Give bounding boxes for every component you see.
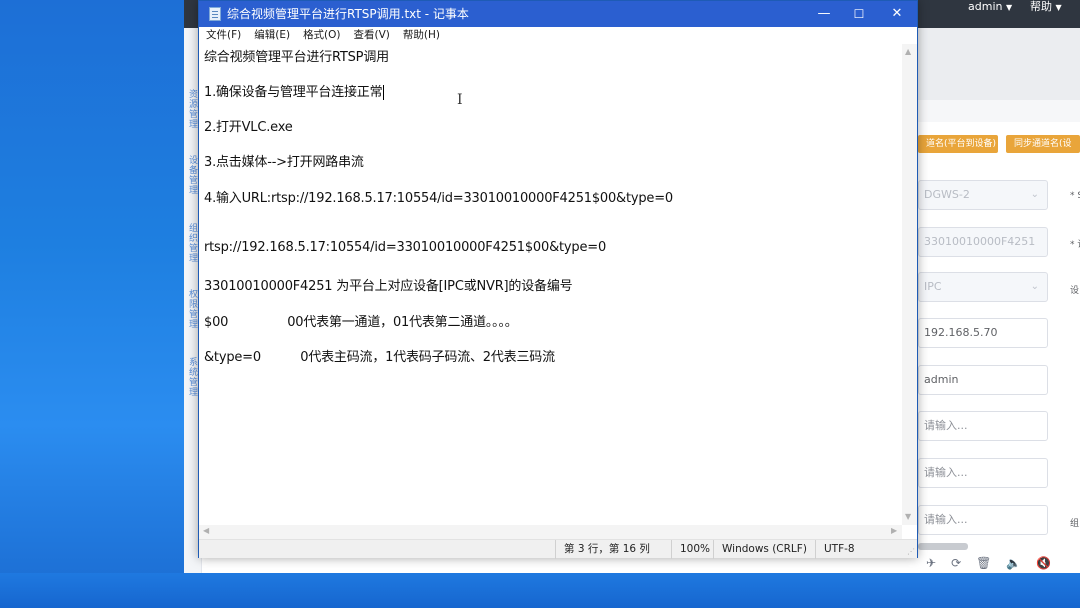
text-line: 4.输入URL:rtsp://192.168.5.17:10554/id=330… [204,187,673,206]
title-bar[interactable]: 综合视频管理平台进行RTSP调用.txt - 记事本 — ☐ ✕ [199,1,917,27]
minimize-button[interactable]: — [804,1,844,27]
sync-channel-name-platform-button[interactable]: 道名(平台到设备) [918,135,998,153]
text-line: 综合视频管理平台进行RTSP调用 [204,46,389,65]
ibeam-cursor-icon: I [457,92,463,108]
menu-help[interactable]: 帮助(H) [396,27,446,44]
username-field[interactable]: admin [918,365,1048,395]
scroll-down-icon[interactable]: ▼ [905,512,911,521]
notepad-window: 综合视频管理平台进行RTSP调用.txt - 记事本 — ☐ ✕ 文件(F) 编… [198,0,918,559]
cursor-position: 第 3 行，第 16 列 [555,540,670,559]
field-label: * S [1070,191,1080,201]
status-bar: 第 3 行，第 16 列 100% Windows (CRLF) UTF-8 ⋰ [199,539,917,559]
mute-icon[interactable]: 🔇 [1036,556,1051,572]
text-caret [383,85,385,100]
help-menu[interactable]: 帮助 ▼ [1030,0,1062,14]
line-ending: Windows (CRLF) [713,540,815,559]
device-id-field[interactable]: 33010010000F4251 [918,227,1048,257]
refresh-icon[interactable]: ⟳ [951,556,961,572]
horizontal-scrollbar[interactable] [918,543,968,550]
trash-icon[interactable]: 🗑 [976,556,991,572]
ip-address-value: 192.168.5.70 [924,326,998,339]
line-text: &type=0 0代表主码流，1代表码子码流、2代表三码流 [204,350,555,365]
chevron-down-icon: ⌄ [1030,281,1039,292]
line-text: 2.打开VLC.exe [204,120,293,135]
sync-channel-name-device-button[interactable]: 同步通道名(设 [1006,135,1080,153]
vertical-scrollbar[interactable]: ▲ ▼ [902,44,917,525]
username-value: admin [924,373,959,386]
port-placeholder: 请输入... [924,466,968,479]
menu-edit[interactable]: 编辑(E) [247,27,296,44]
window-title: 综合视频管理平台进行RTSP调用.txt - 记事本 [227,7,469,21]
chevron-down-icon: ▼ [1005,3,1013,12]
field-label: * 设 [1070,240,1080,250]
line-text: 综合视频管理平台进行RTSP调用 [204,50,389,65]
ptz-icon[interactable]: ✈ [926,556,936,572]
zoom-level: 100% [671,540,713,559]
text-line: 2.打开VLC.exe [204,116,293,135]
scroll-up-icon[interactable]: ▲ [905,47,911,56]
notepad-icon [209,7,221,21]
text-line: rtsp://192.168.5.17:10554/id=33010010000… [204,240,606,255]
ip-address-field[interactable]: 192.168.5.70 [918,318,1048,348]
text-line: 33010010000F4251 为平台上对应设备[IPC或NVR]的设备编号 [204,275,573,294]
line-text: rtsp://192.168.5.17:10554/id=33010010000… [204,240,607,255]
text-editor[interactable]: 综合视频管理平台进行RTSP调用 1.确保设备与管理平台连接正常 2.打开VLC… [199,44,902,525]
port-field[interactable]: 请输入... [918,458,1048,488]
device-type-select[interactable]: DGWS-2 ⌄ [918,180,1048,210]
menu-view[interactable]: 查看(V) [347,27,396,44]
speaker-icon[interactable]: 🔈 [1006,556,1021,572]
device-id-value: 33010010000F4251 [924,235,1036,248]
web-app-subheader [918,100,1080,122]
field-label: 设 [1070,286,1080,296]
scroll-right-icon[interactable]: ▶ [891,526,897,535]
text-line: 1.确保设备与管理平台连接正常 [204,81,385,100]
password-field[interactable]: 请输入... [918,411,1048,441]
text-line: &type=0 0代表主码流，1代表码子码流、2代表三码流 [204,346,555,365]
line-text: $00 00代表第一通道，01代表第二通道。。。。 [204,315,518,330]
desktop-background [0,573,1080,608]
line-text: 3.点击媒体-->打开网路串流 [204,155,364,170]
maximize-button[interactable]: ☐ [839,1,879,27]
device-kind-select[interactable]: IPC ⌄ [918,272,1048,302]
text-line: 3.点击媒体-->打开网路串流 [204,151,364,170]
extra-placeholder: 请输入... [924,513,968,526]
line-text: 33010010000F4251 为平台上对应设备[IPC或NVR]的设备编号 [204,279,573,294]
field-label: 组 [1070,519,1080,529]
line-text: 1.确保设备与管理平台连接正常 [204,85,383,100]
menu-format[interactable]: 格式(O) [296,27,346,44]
web-app-action-icons: ✈ ⟳ 🗑 🔈 🔇 [926,556,1051,572]
user-menu[interactable]: admin ▼ [968,0,1012,14]
help-label: 帮助 [1030,0,1052,13]
menu-file[interactable]: 文件(F) [199,27,247,44]
device-type-value: DGWS-2 [924,188,970,201]
web-app-header-strip [918,28,1080,100]
chevron-down-icon: ⌄ [1030,189,1039,200]
line-text: 4.输入URL:rtsp://192.168.5.17:10554/id=330… [204,191,673,206]
extra-field[interactable]: 请输入... [918,505,1048,535]
password-placeholder: 请输入... [924,419,968,432]
horizontal-scrollbar[interactable]: ◀ ▶ [199,525,902,539]
user-name: admin [968,0,1003,13]
resize-grip-icon[interactable]: ⋰ [907,547,915,556]
encoding: UTF-8 [815,540,905,559]
close-button[interactable]: ✕ [877,1,917,27]
device-kind-value: IPC [924,280,942,293]
menu-bar: 文件(F) 编辑(E) 格式(O) 查看(V) 帮助(H) [199,27,917,44]
text-line: $00 00代表第一通道，01代表第二通道。。。。 [204,311,518,330]
scroll-left-icon[interactable]: ◀ [203,526,209,535]
chevron-down-icon: ▼ [1055,3,1062,12]
